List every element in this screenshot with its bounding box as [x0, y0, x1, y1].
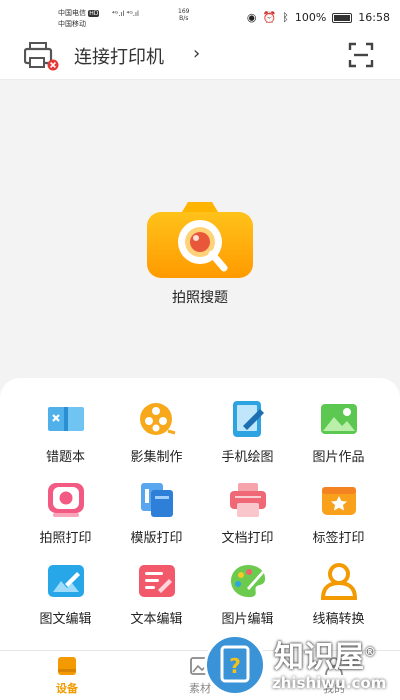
header: 连接打印机 ›: [0, 34, 400, 80]
feature-label: 拍照打印: [39, 531, 92, 546]
feature-label: 影集制作: [130, 450, 183, 465]
carrier-1: 中国电信: [58, 9, 86, 17]
feature-template-print[interactable]: 模版打印: [111, 477, 202, 549]
speed-value: 169: [178, 8, 190, 15]
clock: 16:58: [358, 11, 390, 24]
carrier-2: 中国移动: [58, 20, 86, 28]
bluetooth-icon: ᛒ: [282, 11, 289, 24]
feature-grid: 错题本 影集制作 手机绘图 图片作品 拍照打印 模版打印 文档打印 标签打印 图…: [20, 396, 384, 630]
feature-image-edit[interactable]: 图片编辑: [202, 558, 293, 630]
label-print-icon: [321, 487, 356, 515]
feature-label: 错题本: [45, 450, 85, 465]
feature-label: 模版打印: [130, 531, 183, 546]
speed-unit: B/s: [179, 15, 189, 22]
feature-panel: 错题本 影集制作 手机绘图 图片作品 拍照打印 模版打印 文档打印 标签打印 图…: [0, 378, 400, 650]
feature-label: 图片作品: [312, 450, 365, 465]
watermark-title: 知识屋®: [274, 640, 376, 675]
feature-label: 手机绘图: [221, 450, 274, 465]
feature-label: 文本编辑: [130, 612, 183, 627]
battery-icon: [332, 12, 353, 23]
image-text-edit-icon: [47, 565, 84, 597]
feature-picture-works[interactable]: 图片作品: [293, 396, 384, 468]
line-art-icon: [320, 563, 357, 600]
eye-icon: ◉: [246, 11, 257, 24]
feature-photo-print[interactable]: 拍照打印: [20, 477, 111, 549]
mistake-book-icon: [47, 407, 84, 431]
svg-text:?: ?: [229, 654, 241, 678]
text-edit-icon: [138, 565, 175, 597]
feature-label: 线稿转换: [312, 612, 365, 627]
feature-mistake-book[interactable]: 错题本: [20, 396, 111, 468]
connect-printer-label[interactable]: 连接打印机: [74, 43, 164, 69]
printer-disconnected-icon[interactable]: [24, 41, 60, 71]
photo-search-label[interactable]: 拍照搜题: [0, 287, 400, 307]
carrier-info: 中国电信 HD 中国移动: [58, 8, 100, 29]
feature-image-text-edit[interactable]: 图文编辑: [20, 558, 111, 630]
alarm-icon: ⏰: [262, 11, 277, 24]
network-speed: 169 B/s: [178, 8, 189, 22]
device-tab-icon: [58, 657, 76, 675]
watermark-subtitle: zhishiwu.com: [272, 674, 387, 692]
photo-print-icon: [47, 483, 84, 517]
tablet-draw-icon: [232, 401, 264, 437]
scan-icon[interactable]: [348, 42, 374, 68]
tab-label: 设备: [56, 682, 78, 695]
template-print-icon: [140, 483, 173, 517]
feature-album-making[interactable]: 影集制作: [111, 396, 202, 468]
feature-phone-drawing[interactable]: 手机绘图: [202, 396, 293, 468]
feature-label: 图文编辑: [39, 612, 92, 627]
tab-device[interactable]: 设备: [37, 655, 97, 696]
status-bar: 中国电信 HD 中国移动 ⁴ᴳ.ıl ⁴ᴳ.ıl 169 B/s ◉ ⏰ ᛒ 1…: [0, 0, 400, 34]
feature-line-art-convert[interactable]: 线稿转换: [293, 558, 384, 630]
doc-print-icon: [229, 483, 266, 517]
photo-search-camera-icon[interactable]: [146, 200, 254, 280]
feature-label: 标签打印: [312, 531, 365, 546]
film-reel-icon: [139, 403, 175, 435]
hd-badge: HD: [88, 10, 100, 17]
feature-document-print[interactable]: 文档打印: [202, 477, 293, 549]
feature-label-print[interactable]: 标签打印: [293, 477, 384, 549]
signal-icon: ⁴ᴳ.ıl ⁴ᴳ.ıl: [112, 10, 139, 18]
watermark: ? 知识屋® zhishiwu.com: [200, 630, 400, 700]
feature-label: 文档打印: [221, 531, 274, 546]
battery-percent: 100%: [294, 11, 327, 24]
picture-icon: [320, 404, 357, 434]
feature-text-edit[interactable]: 文本编辑: [111, 558, 202, 630]
chevron-right-icon[interactable]: ›: [193, 43, 200, 64]
palette-icon: [230, 565, 265, 598]
feature-label: 图片编辑: [221, 612, 274, 627]
status-right: ◉ ⏰ ᛒ 100% 16:58: [247, 11, 390, 24]
watermark-logo-icon: ?: [204, 634, 266, 696]
